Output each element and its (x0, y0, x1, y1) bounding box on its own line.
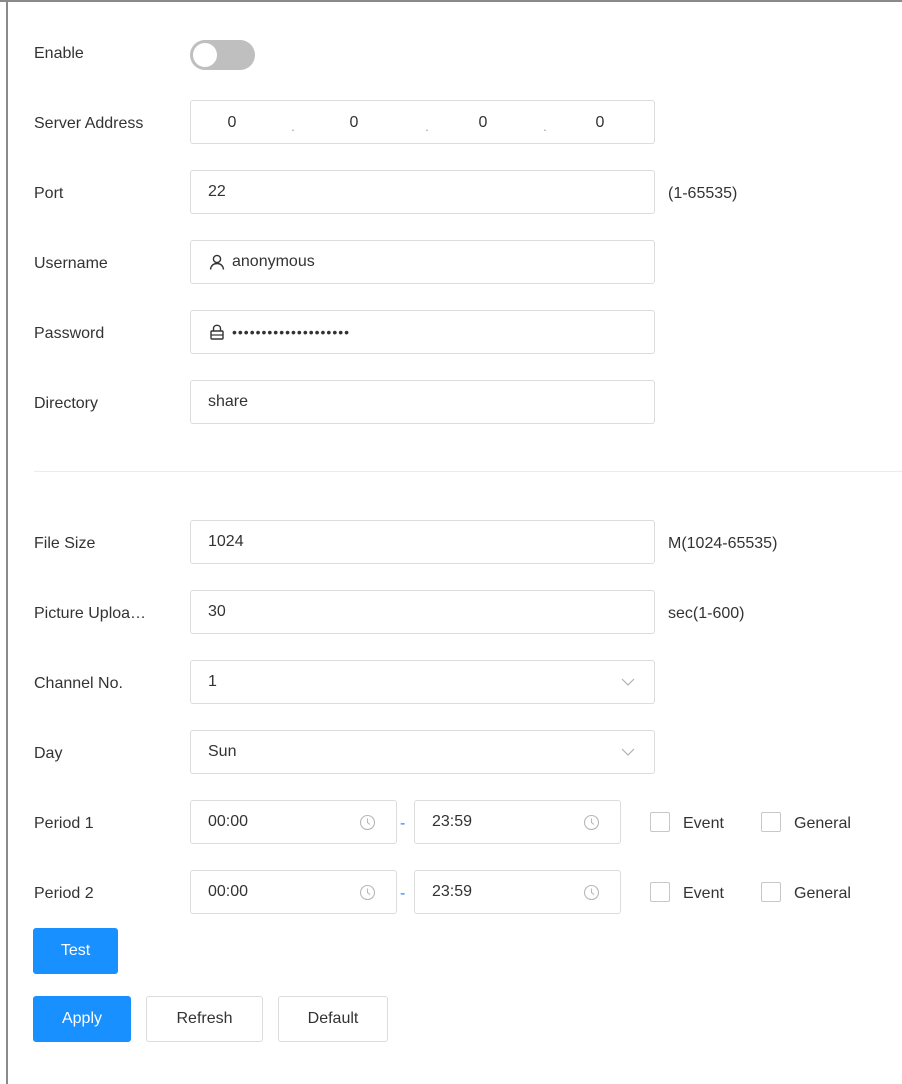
user-icon (209, 254, 225, 270)
period-2-label: Period 2 (34, 885, 94, 902)
port-hint: (1-65535) (668, 185, 738, 202)
frame-top-border (0, 0, 902, 2)
directory-input[interactable]: share (190, 380, 655, 424)
period-1-event-label: Event (683, 815, 724, 832)
ip-separator: . (543, 118, 547, 134)
period-1-event-checkbox[interactable] (650, 812, 670, 832)
password-value: •••••••••••••••••••• (232, 324, 351, 340)
clock-icon (583, 814, 600, 831)
period-1-end-value: 23:59 (432, 813, 473, 830)
enable-toggle[interactable] (190, 40, 255, 70)
test-button[interactable]: Test (33, 928, 118, 974)
period-2-end-input[interactable]: 23:59 (414, 870, 621, 914)
clock-icon (359, 814, 376, 831)
section-divider (34, 471, 902, 472)
server-address-field: 0 . 0 . 0 . 0 (190, 100, 655, 144)
chevron-down-icon (621, 748, 635, 756)
picture-upload-label: Picture Uploa… (34, 605, 147, 622)
default-button[interactable]: Default (278, 996, 388, 1042)
ip-octet-4[interactable]: 0 (580, 101, 620, 145)
ip-octet-3[interactable]: 0 (463, 101, 503, 145)
frame-left-border (6, 0, 8, 1084)
period-2-general-label: General (794, 885, 851, 902)
period-2-event-label: Event (683, 885, 724, 902)
range-separator: - (400, 815, 406, 832)
refresh-button[interactable]: Refresh (146, 996, 263, 1042)
picture-upload-input[interactable]: 30 (190, 590, 655, 634)
port-value: 22 (208, 183, 226, 200)
lock-icon (210, 324, 224, 340)
directory-label: Directory (34, 395, 99, 412)
channel-value: 1 (208, 673, 217, 690)
period-1-start-input[interactable]: 00:00 (190, 800, 397, 844)
period-2-start-value: 00:00 (208, 883, 249, 900)
picture-upload-value: 30 (208, 603, 226, 620)
ip-separator: . (425, 118, 429, 134)
username-value: anonymous (232, 253, 315, 270)
port-label: Port (34, 185, 64, 202)
toggle-knob (193, 43, 217, 67)
period-1-end-input[interactable]: 23:59 (414, 800, 621, 844)
password-input[interactable]: •••••••••••••••••••• (190, 310, 655, 354)
range-separator: - (400, 885, 406, 902)
period-2-general-checkbox[interactable] (761, 882, 781, 902)
clock-icon (359, 884, 376, 901)
period-1-label: Period 1 (34, 815, 94, 832)
file-size-value: 1024 (208, 533, 244, 550)
apply-button[interactable]: Apply (33, 996, 131, 1042)
username-label: Username (34, 255, 108, 272)
period-1-general-label: General (794, 815, 851, 832)
file-size-hint: M(1024-65535) (668, 535, 778, 552)
period-1-general-checkbox[interactable] (761, 812, 781, 832)
ip-octet-2[interactable]: 0 (334, 101, 374, 145)
period-1-start-value: 00:00 (208, 813, 249, 830)
clock-icon (583, 884, 600, 901)
password-label: Password (34, 325, 105, 342)
ip-octet-1[interactable]: 0 (212, 101, 252, 145)
day-label: Day (34, 745, 63, 762)
picture-upload-hint: sec(1-600) (668, 605, 745, 622)
period-2-end-value: 23:59 (432, 883, 473, 900)
enable-label: Enable (34, 45, 84, 62)
channel-select[interactable]: 1 (190, 660, 655, 704)
day-select[interactable]: Sun (190, 730, 655, 774)
period-2-start-input[interactable]: 00:00 (190, 870, 397, 914)
chevron-down-icon (621, 678, 635, 686)
server-address-label: Server Address (34, 115, 144, 132)
directory-value: share (208, 393, 249, 410)
port-input[interactable]: 22 (190, 170, 655, 214)
channel-label: Channel No. (34, 675, 123, 692)
day-value: Sun (208, 743, 237, 760)
period-2-event-checkbox[interactable] (650, 882, 670, 902)
file-size-input[interactable]: 1024 (190, 520, 655, 564)
file-size-label: File Size (34, 535, 96, 552)
ip-separator: . (291, 118, 295, 134)
username-input[interactable]: anonymous (190, 240, 655, 284)
